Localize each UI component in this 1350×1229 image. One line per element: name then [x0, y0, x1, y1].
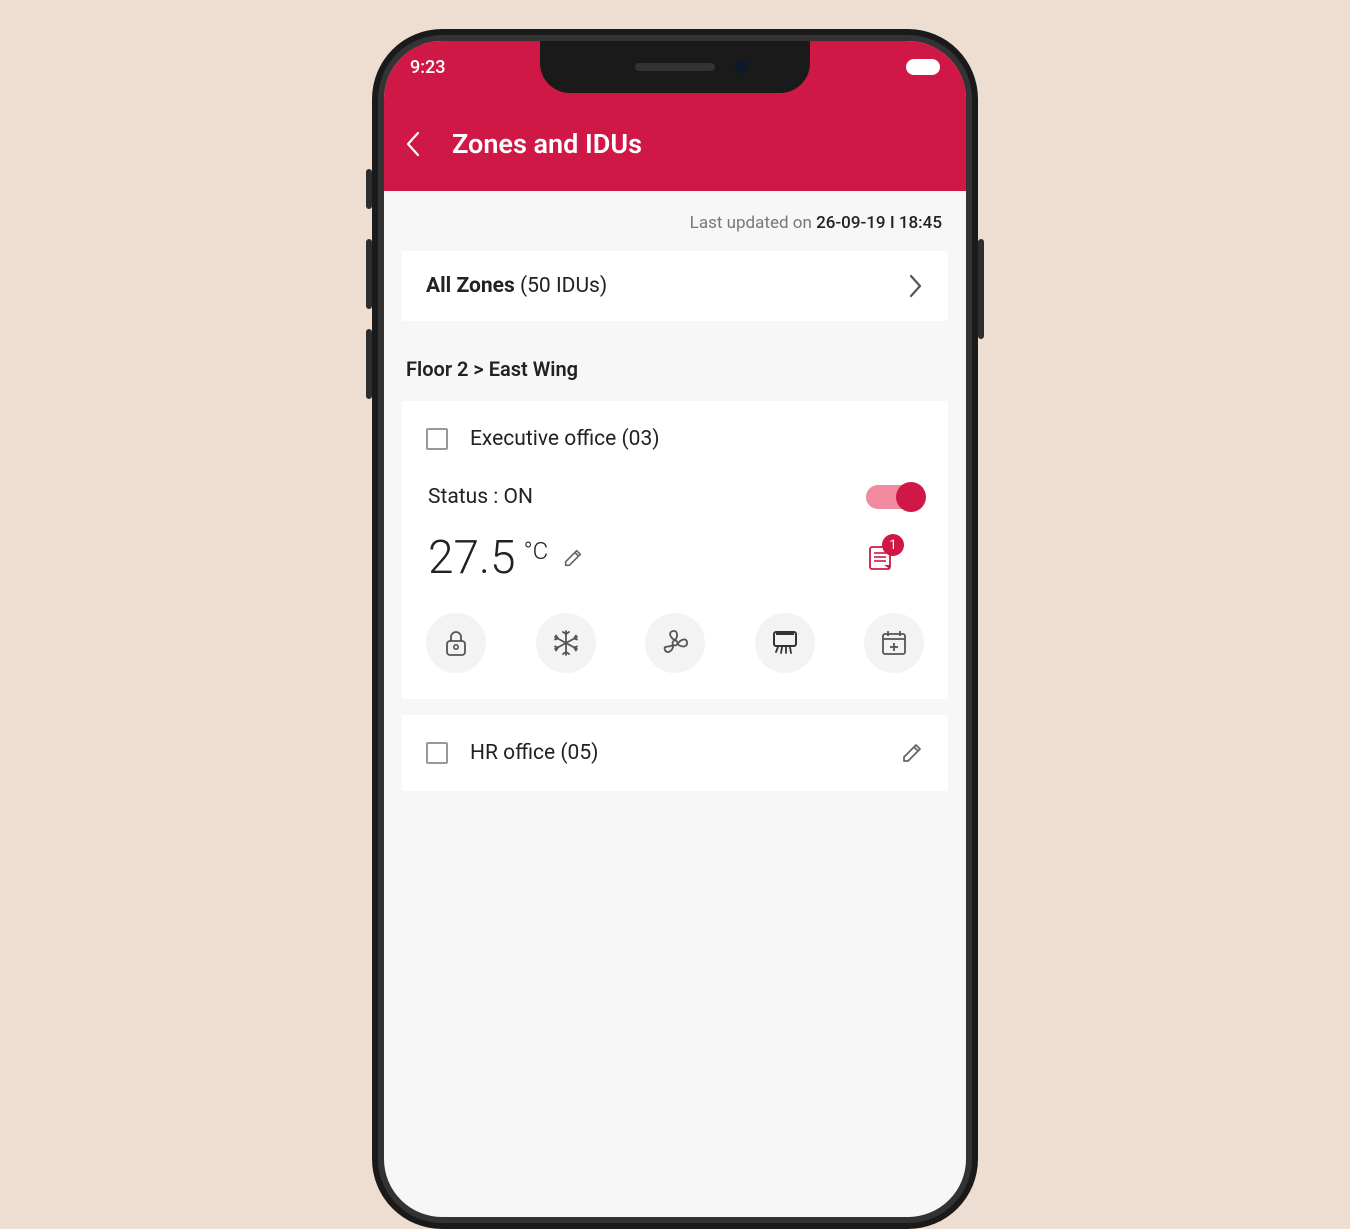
pencil-icon	[562, 547, 584, 569]
zone-name: HR office (05)	[470, 741, 598, 765]
calendar-plus-icon	[879, 628, 909, 658]
breadcrumb: Floor 2 > East Wing	[402, 321, 948, 401]
zone-checkbox[interactable]	[426, 428, 448, 450]
power-toggle[interactable]	[866, 485, 924, 509]
pencil-icon	[900, 741, 924, 765]
temperature-value: 27.5°C	[428, 531, 584, 585]
schedule-button[interactable]	[864, 613, 924, 673]
chevron-right-icon	[908, 273, 924, 299]
notch	[540, 41, 810, 93]
lock-button[interactable]	[426, 613, 486, 673]
phone-volume-down	[366, 329, 372, 399]
edit-temperature-button[interactable]	[562, 547, 584, 569]
fan-button[interactable]	[645, 613, 705, 673]
phone-frame: 9:23 Zones and IDUs Last updated on 26-0…	[372, 29, 978, 1229]
zone-checkbox[interactable]	[426, 742, 448, 764]
swing-button[interactable]	[755, 613, 815, 673]
phone-side-button	[366, 169, 372, 209]
zone-card: HR office (05)	[402, 715, 948, 791]
all-zones-label: All Zones (50 IDUs)	[426, 274, 607, 298]
zone-name: Executive office (03)	[470, 427, 660, 451]
swing-icon	[770, 628, 800, 658]
page-title: Zones and IDUs	[452, 128, 642, 160]
edit-zone-button[interactable]	[900, 741, 924, 765]
last-updated: Last updated on 26-09-19 I 18:45	[402, 191, 948, 251]
battery-icon	[906, 59, 940, 75]
app-header: Zones and IDUs	[384, 111, 966, 191]
phone-power-button	[978, 239, 984, 339]
back-button[interactable]	[404, 130, 422, 158]
zone-status: Status : ON	[428, 485, 533, 509]
screen: 9:23 Zones and IDUs Last updated on 26-0…	[378, 35, 972, 1223]
all-zones-row[interactable]: All Zones (50 IDUs)	[402, 251, 948, 321]
fan-icon	[660, 628, 690, 658]
chevron-left-icon	[404, 130, 422, 158]
zone-card: Executive office (03) Status : ON 27.5°C	[402, 401, 948, 699]
notification-badge: 1	[882, 534, 904, 556]
notes-button[interactable]: 1	[866, 544, 894, 572]
lock-icon	[443, 629, 469, 657]
clock: 9:23	[410, 57, 445, 78]
phone-volume-up	[366, 239, 372, 309]
mode-button[interactable]	[536, 613, 596, 673]
snowflake-icon	[551, 628, 581, 658]
